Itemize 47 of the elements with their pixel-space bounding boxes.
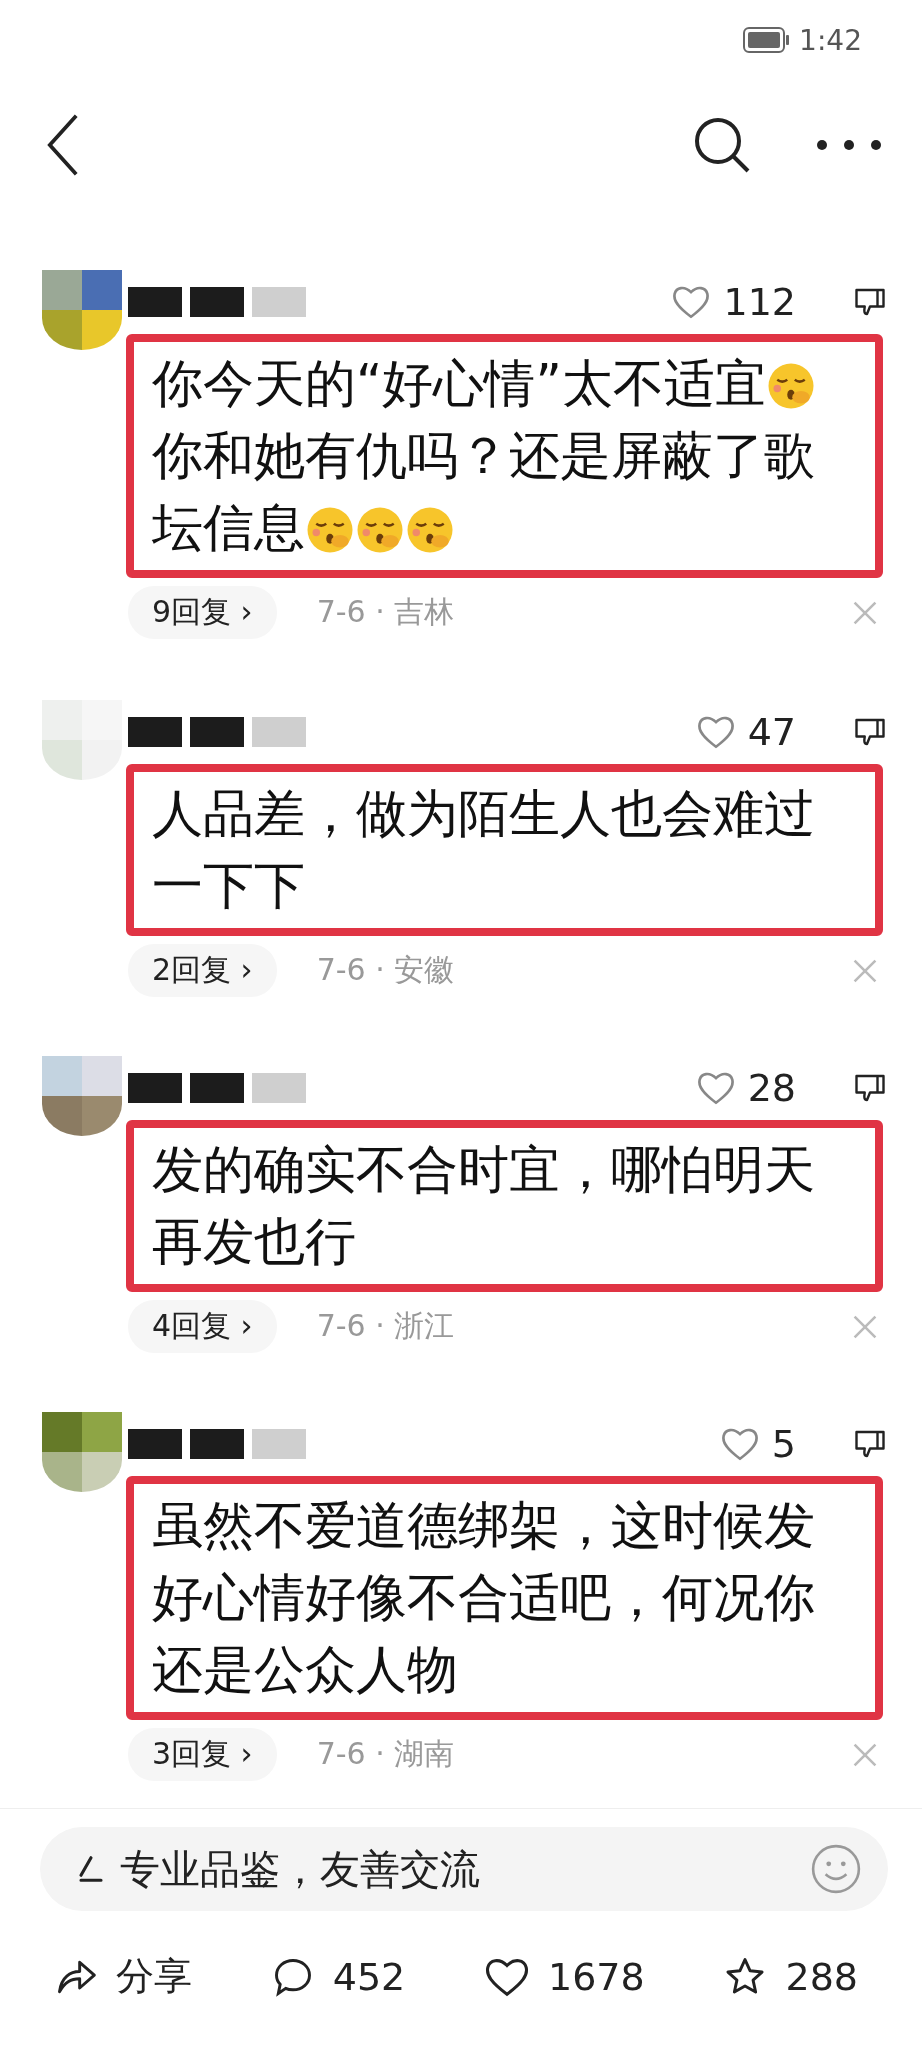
redaction-mark	[190, 1429, 244, 1459]
comment-meta: 7-6 · 浙江	[316, 1307, 455, 1345]
like-count: 5	[771, 1422, 796, 1466]
redaction-mark	[190, 1073, 244, 1103]
avatar[interactable]	[42, 270, 122, 350]
like-icon[interactable]	[695, 714, 736, 750]
comment-text: 你今天的“好心情”太不适宜 你和她有仇吗？还是屏蔽了歌坛信息	[152, 353, 817, 559]
battery-icon	[743, 27, 792, 53]
emoji-icon	[405, 505, 455, 555]
redaction-mark	[252, 717, 306, 747]
smiley-icon[interactable]	[810, 1843, 862, 1895]
redaction-mark	[128, 287, 182, 317]
emoji-icon	[355, 505, 405, 555]
replies-button[interactable]: 4回复 ›	[128, 1300, 277, 1353]
replies-button[interactable]: 3回复 ›	[128, 1728, 277, 1781]
redaction-mark	[252, 287, 306, 317]
redaction-mark	[252, 1429, 306, 1459]
redaction-mark	[190, 717, 244, 747]
comment-text: 人品差，做为陌生人也会难过一下下	[152, 783, 816, 917]
redaction-mark	[128, 1429, 182, 1459]
redaction-mark	[252, 1073, 306, 1103]
share-button[interactable]: 分享	[54, 1951, 192, 2002]
like-count: 28	[747, 1066, 796, 1110]
comment-text: 发的确实不合时宜，哪怕明天再发也行	[152, 1139, 816, 1273]
comment-button[interactable]: 452	[270, 1951, 406, 2002]
redaction-mark	[190, 287, 244, 317]
like-count: 47	[747, 710, 796, 754]
like-icon[interactable]	[719, 1426, 760, 1462]
comment-text: 虽然不爱道德绑架，这时候发好心情好像不合适吧，何况你还是公众人物	[152, 1495, 816, 1701]
more-icon[interactable]	[816, 139, 882, 151]
comment-meta: 7-6 · 安徽	[316, 951, 455, 989]
like-button[interactable]: 1678	[484, 1951, 645, 2002]
comment-meta: 7-6 · 湖南	[316, 1735, 455, 1773]
redaction-mark	[128, 1073, 182, 1103]
comment-input[interactable]: 专业品鉴，友善交流	[40, 1827, 888, 1911]
like-icon[interactable]	[695, 1070, 736, 1106]
emoji-icon	[305, 505, 355, 555]
redaction-mark	[128, 717, 182, 747]
star-button[interactable]: 288	[723, 1951, 858, 2002]
replies-button[interactable]: 2回复 ›	[128, 944, 277, 997]
avatar[interactable]	[42, 1412, 122, 1492]
avatar[interactable]	[42, 1056, 122, 1136]
status-time: 1:42	[799, 23, 862, 57]
comment-meta: 7-6 · 吉林	[316, 593, 455, 631]
like-icon[interactable]	[671, 284, 712, 320]
like-count: 112	[723, 280, 796, 324]
replies-button[interactable]: 9回复 ›	[128, 586, 277, 639]
